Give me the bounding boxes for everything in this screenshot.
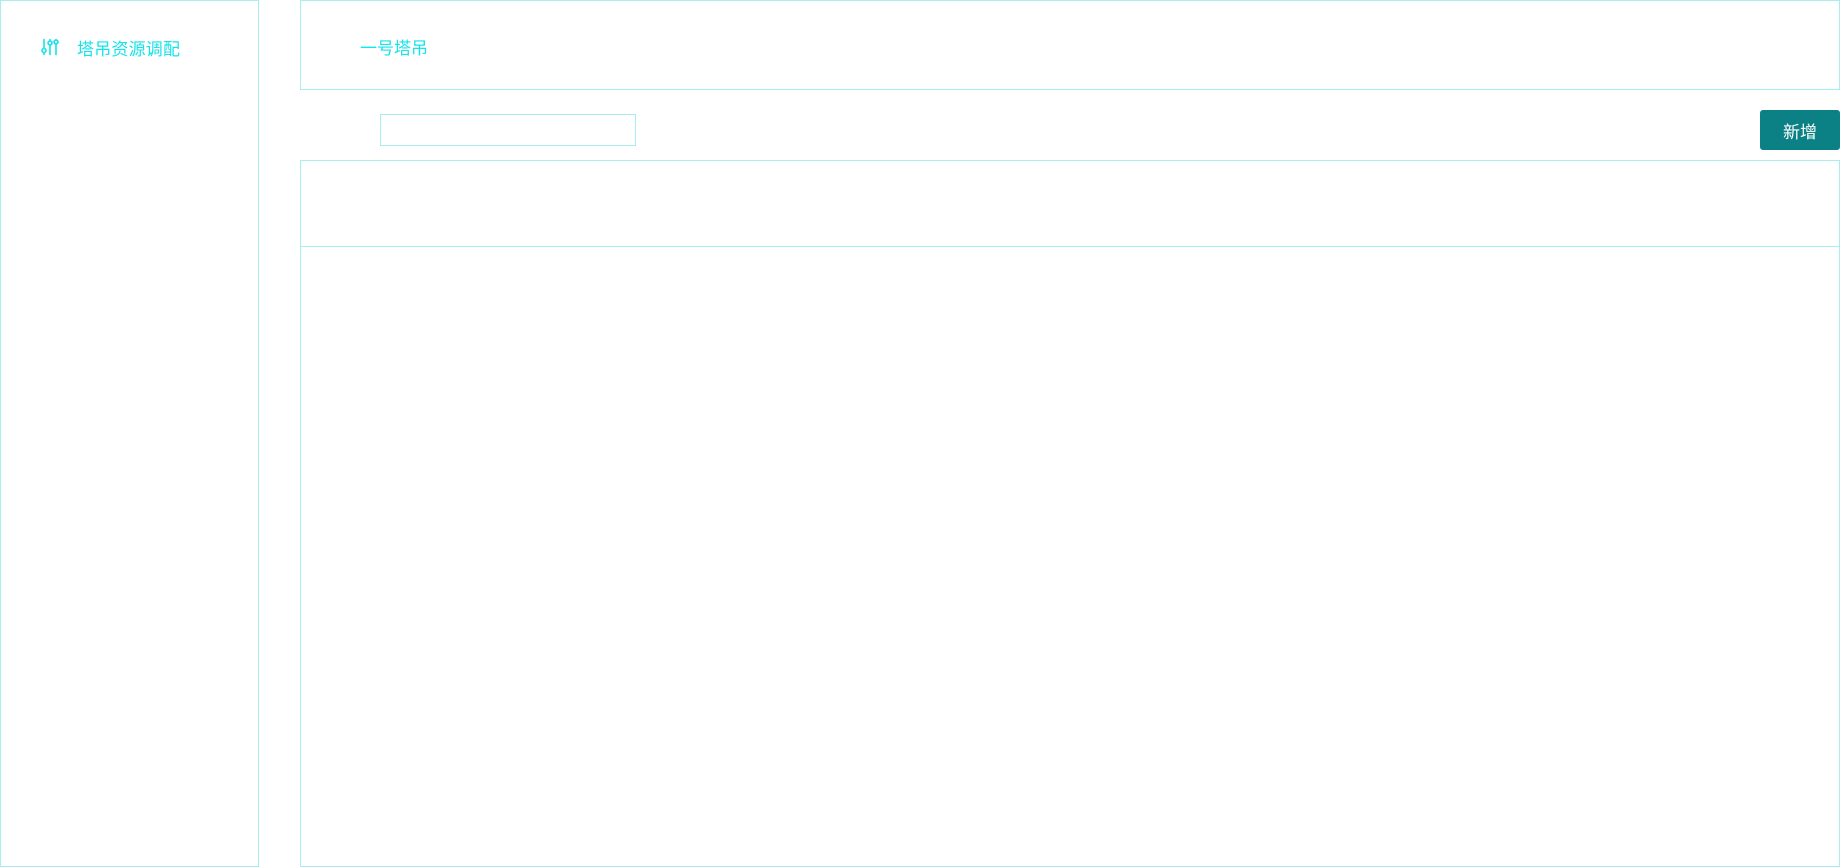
- search-input[interactable]: [380, 114, 636, 146]
- table-body: [301, 247, 1839, 866]
- sidebar: 塔吊资源调配: [0, 0, 259, 867]
- add-button[interactable]: 新增: [1760, 110, 1840, 150]
- page-title[interactable]: 一号塔吊: [360, 34, 428, 59]
- header-panel: 一号塔吊: [300, 0, 1840, 90]
- sidebar-item-label: 塔吊资源调配: [77, 39, 181, 60]
- sidebar-item-tower-crane-allocation[interactable]: 塔吊资源调配: [37, 31, 180, 63]
- table-panel: [300, 160, 1840, 867]
- table-header-row: [301, 161, 1839, 247]
- sliders-icon: [37, 34, 63, 60]
